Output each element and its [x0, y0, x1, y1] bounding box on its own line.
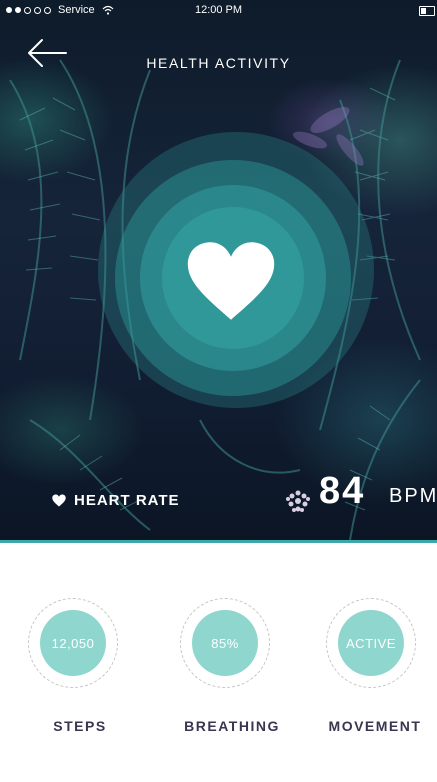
- steps-value: 12,050: [40, 610, 106, 676]
- steps-metric[interactable]: 12,050: [28, 598, 118, 688]
- heart-rate-value: 84: [319, 470, 366, 512]
- hero-section: Service 12:00 PM HEALTH ACTIVITY HEART R…: [0, 0, 437, 543]
- status-bar: Service 12:00 PM: [0, 0, 437, 22]
- movement-metric[interactable]: ACTIVE: [326, 598, 416, 688]
- heart-rate-text: HEART RATE: [74, 492, 180, 509]
- steps-label: STEPS: [53, 718, 107, 734]
- page-title: HEALTH ACTIVITY: [146, 55, 291, 71]
- breathing-label: BREATHING: [184, 718, 280, 734]
- movement-value: ACTIVE: [338, 610, 404, 676]
- metric-ring: 85%: [180, 598, 270, 688]
- divider: [0, 540, 437, 543]
- heart-icon[interactable]: [186, 240, 276, 322]
- status-time: 12:00 PM: [194, 4, 243, 16]
- flower-icon: [286, 490, 310, 512]
- heart-small-icon: [52, 494, 66, 507]
- breathing-value: 85%: [192, 610, 258, 676]
- metric-ring: ACTIVE: [326, 598, 416, 688]
- breathing-metric[interactable]: 85%: [180, 598, 270, 688]
- heart-rate-label: HEART RATE: [52, 492, 180, 509]
- battery-icon: [419, 6, 435, 16]
- movement-label: MOVEMENT: [328, 718, 422, 734]
- metric-ring: 12,050: [28, 598, 118, 688]
- heart-rate-unit: BPM: [389, 485, 437, 507]
